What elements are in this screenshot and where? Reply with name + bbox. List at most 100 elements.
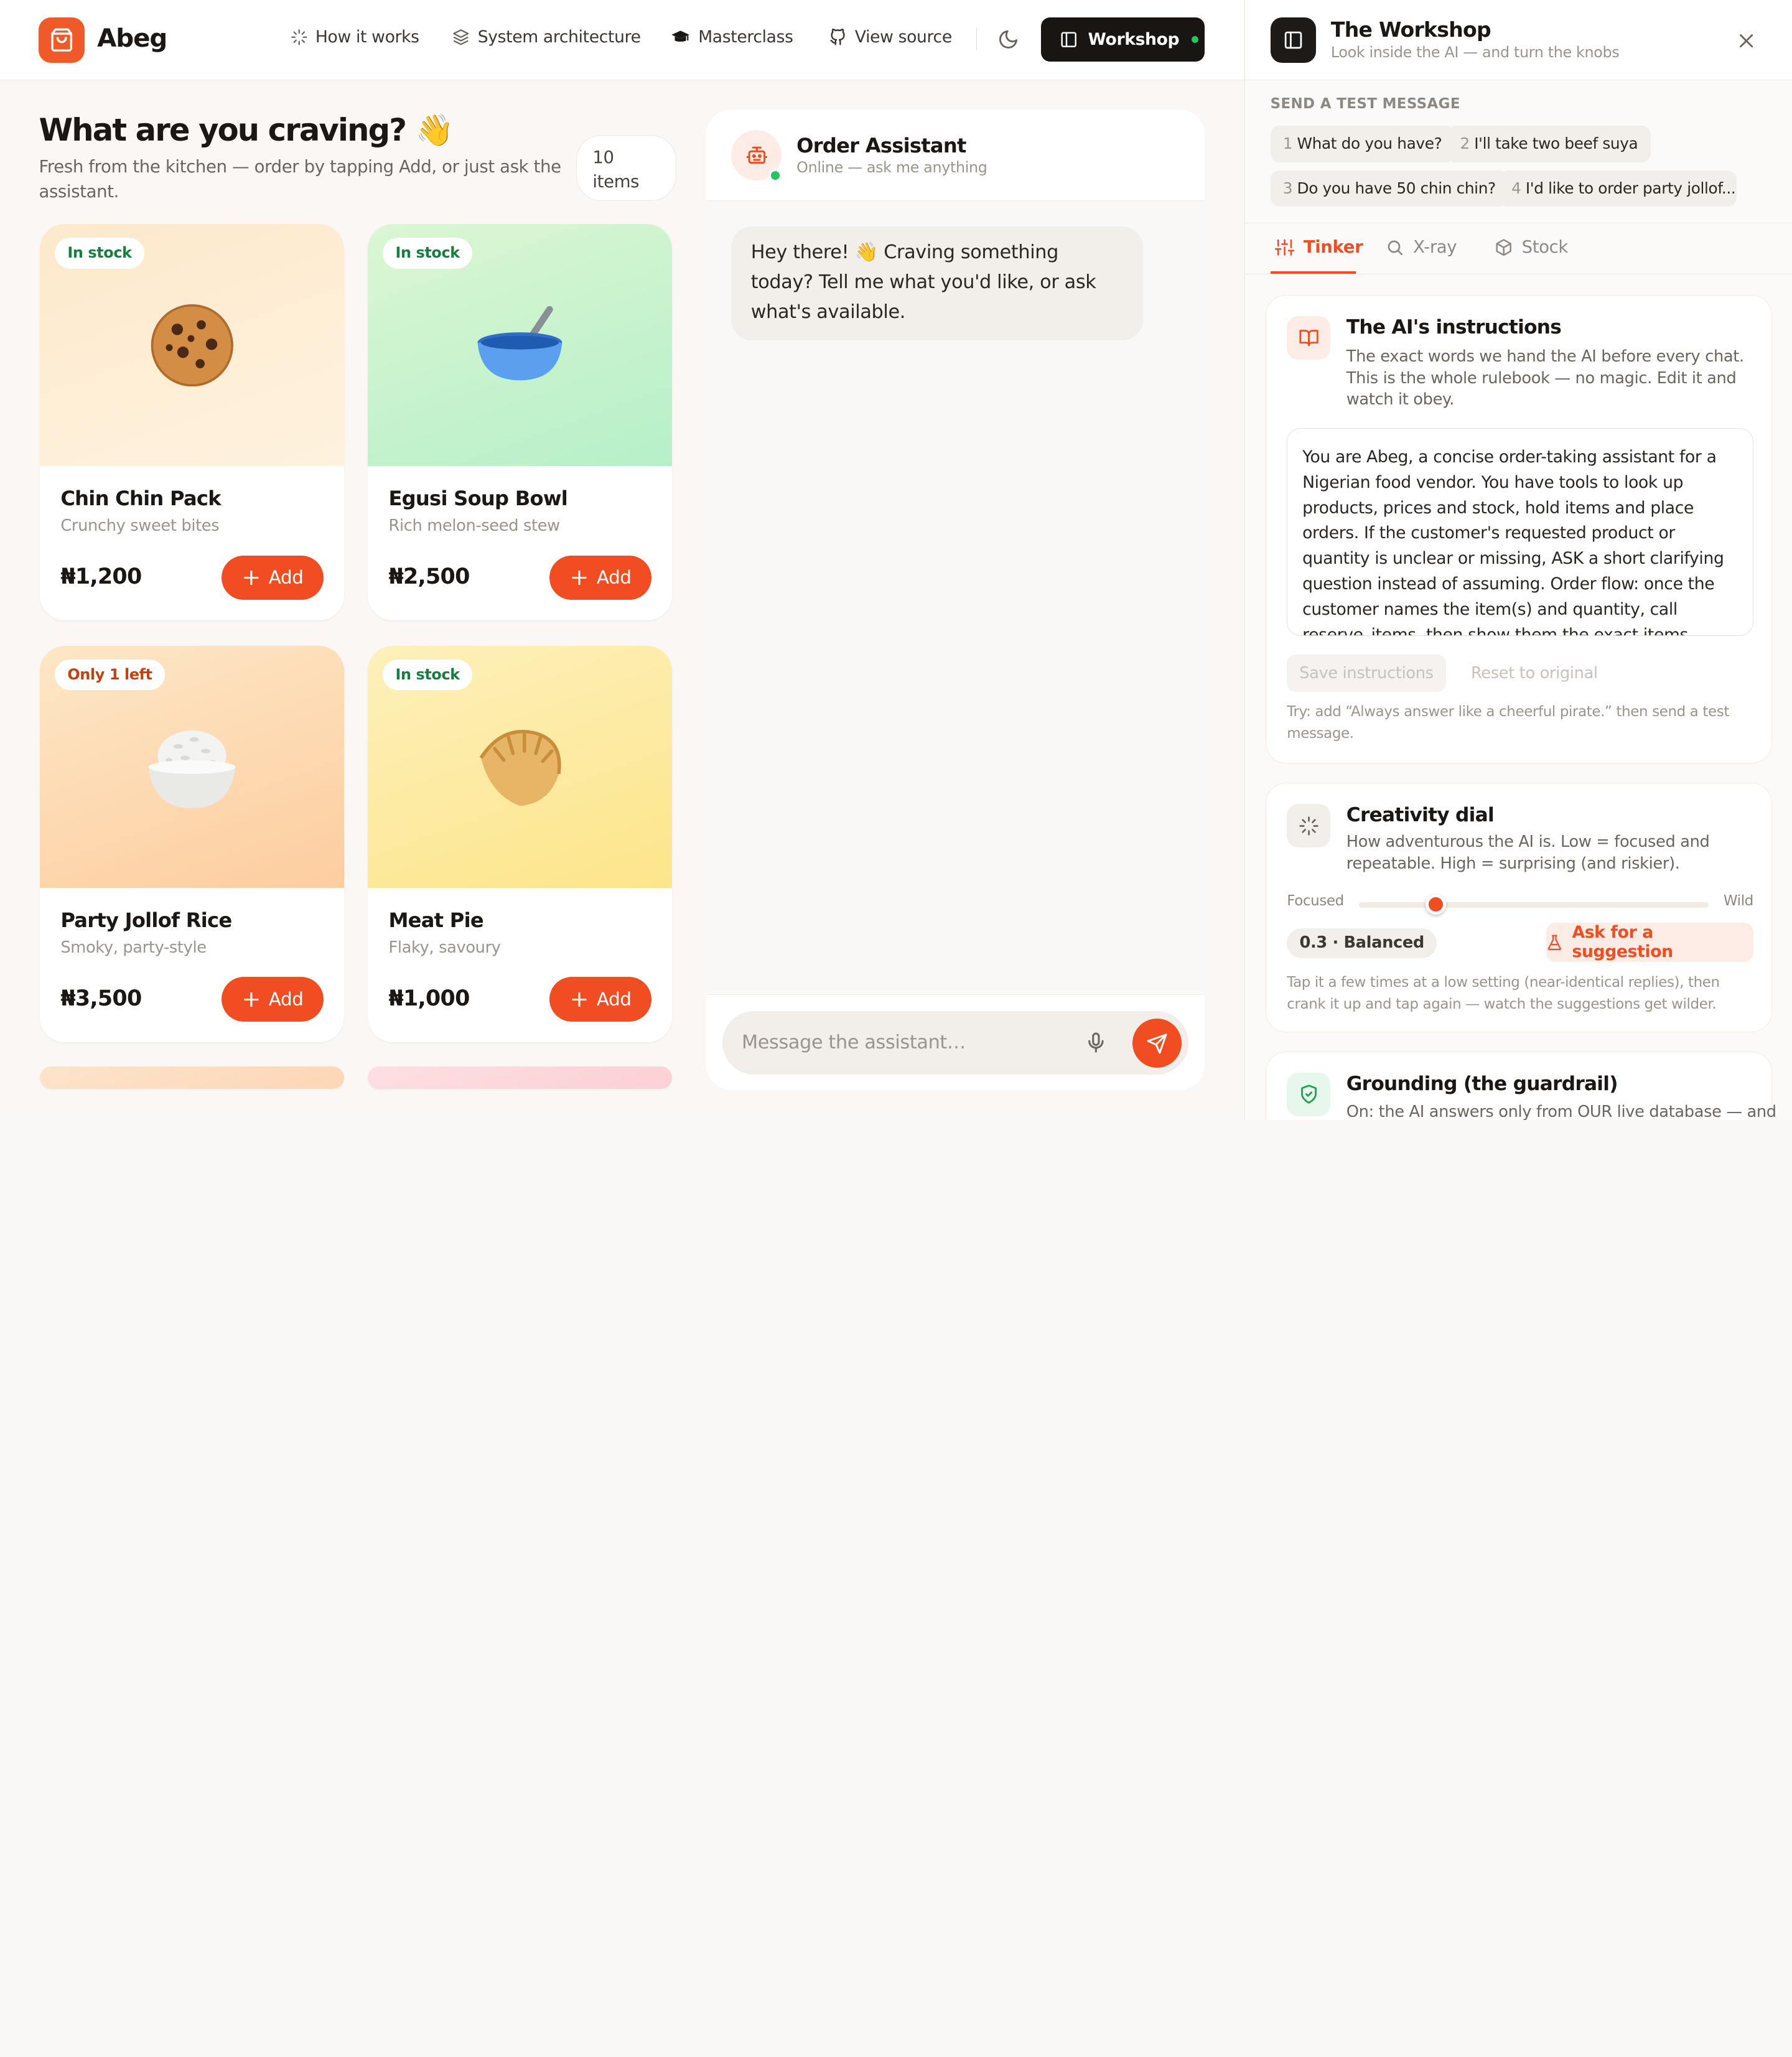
page-title: What are you craving? 👋 [39,111,454,148]
panel-icon-tile [1287,1072,1331,1116]
add-label: Add [268,989,304,1010]
tab-tinker[interactable]: Tinker [1274,237,1363,257]
dumpling-icon [479,729,561,806]
test-message-label: SEND A TEST MESSAGE [1270,96,1460,113]
instructions-hint: Try: add “Always answer like a cheerful … [1287,703,1729,742]
chip-number: 3 [1282,179,1293,197]
suggest-label: Ask for a suggestion [1572,923,1673,962]
creativity-description: How adventurous the AI is. Low = focused… [1346,833,1710,874]
temperature-value-badge: 0.3 · Balanced [1287,928,1437,959]
product-image: In stock [368,223,672,467]
workshop-panel: The Workshop Look inside the AI — and tu… [1244,0,1792,1120]
product-price: ₦1,000 [388,986,470,1012]
add-to-cart-button[interactable]: + Add [222,555,324,600]
order-assistant-chat: Order Assistant Online — ask me anything… [706,110,1205,1091]
product-description: Flaky, savoury [388,938,501,957]
chip-text: What do you have? [1297,134,1442,153]
test-message-chip[interactable]: 3 Do you have 50 chin chin? [1270,170,1509,207]
microphone-icon[interactable] [1085,1032,1108,1055]
divider [976,27,978,50]
instructions-title: The AI's instructions [1346,315,1562,338]
workshop-title: The Workshop [1330,17,1491,42]
product-price: ₦2,500 [388,564,470,590]
test-message-chip[interactable]: 4 I'd like to order party jollof... [1498,170,1737,207]
nav-how-it-works[interactable]: How it works [291,27,419,47]
tab-stock[interactable]: Stock [1495,237,1568,257]
message-input[interactable]: Message the assistant… [722,1010,1189,1075]
workshop-button-label: Workshop [1088,29,1180,49]
creativity-hint: Tap it a few times at a low setting (nea… [1287,974,1720,1013]
message-list: Hey there! 👋 Craving something today? Te… [706,201,1205,994]
test-message-chip[interactable]: 1 What do you have? [1270,126,1455,162]
product-name: Party Jollof Rice [60,908,232,933]
nav-view-source[interactable]: View source [829,27,952,47]
chip-number: 2 [1460,134,1470,153]
sidebar-panel-icon [1284,31,1302,49]
plus-icon: + [241,985,261,1012]
active-tab-indicator [1270,271,1356,274]
workshop-header: The Workshop Look inside the AI — and tu… [1245,0,1792,80]
assistant-message: Hey there! 👋 Craving something today? Te… [731,226,1143,341]
graduation-cap-icon [671,30,690,42]
instructions-panel: The AI's instructions The exact words we… [1266,294,1772,763]
top-bar: Abeg How it works System architecture Ma… [0,0,1245,80]
add-label: Add [596,567,632,589]
tab-label: X-ray [1413,237,1457,258]
add-to-cart-button[interactable]: + Add [549,555,651,600]
search-icon [1388,240,1403,255]
brand-name: Abeg [97,22,167,53]
book-open-icon [1299,330,1318,347]
sparkle-icon [291,29,307,45]
add-to-cart-button[interactable]: + Add [222,977,324,1022]
product-image: In stock [368,645,672,889]
nav-masterclass[interactable]: Masterclass [671,27,793,47]
storefront: Abeg How it works System architecture Ma… [0,0,1245,1120]
save-instructions-button[interactable]: Save instructions [1287,654,1446,693]
sparkle-icon [1299,816,1318,836]
nav-system-architecture[interactable]: System architecture [452,27,641,47]
ask-suggestion-button[interactable]: Ask for a suggestion [1546,923,1753,962]
item-count-badge: 10 items [576,134,677,202]
creativity-panel: Creativity dial How adventurous the AI i… [1266,783,1772,1032]
chat-composer: Message the assistant… [706,994,1205,1091]
workshop-button[interactable]: Workshop [1041,17,1205,62]
slider-min-label: Focused [1287,893,1344,910]
send-button[interactable] [1132,1019,1182,1068]
send-icon [1147,1033,1167,1053]
product-card: Only 1 left Party Jollof Rice Smoky, par… [40,645,344,1043]
product-description: Rich melon-seed stew [388,516,560,536]
add-to-cart-button[interactable]: + Add [549,977,651,1022]
test-message-chip[interactable]: 2 I'll take two beef suya [1447,126,1651,162]
temperature-slider-handle[interactable] [1425,894,1446,915]
add-label: Add [596,989,632,1010]
system-prompt-textarea[interactable]: You are Abeg, a concise order-taking ass… [1287,427,1753,637]
product-card: In stock Meat Pie Flaky, savoury ₦1,000 … [368,645,672,1043]
temperature-slider-track[interactable] [1358,902,1709,908]
product-name: Meat Pie [388,908,483,933]
tab-x-ray[interactable]: X-ray [1386,237,1457,257]
logo[interactable] [39,17,85,63]
nav-label: Masterclass [698,27,793,47]
panel-icon-tile [1287,315,1331,360]
chat-title: Order Assistant [796,133,966,157]
reset-instructions-button[interactable]: Reset to original [1471,655,1598,693]
sidebar-panel-icon [1061,32,1076,47]
product-card: In stock Egusi Soup Bowl Rich melon-seed… [368,223,672,621]
robot-icon [746,146,767,164]
plus-icon: + [569,564,589,591]
product-image: Only 1 left [40,645,344,889]
add-label: Add [268,567,304,589]
workshop-icon-tile [1270,17,1317,63]
page-subtitle: Fresh from the kitchen — order by tappin… [39,156,561,202]
stock-badge: In stock [383,659,472,691]
plus-icon: + [569,985,589,1012]
product-price: ₦1,200 [60,564,142,590]
product-name: Egusi Soup Bowl [388,487,568,511]
close-icon[interactable] [1737,31,1756,50]
shield-check-icon [1300,1084,1317,1104]
cookie-icon [151,304,233,386]
layers-icon [453,29,469,45]
stock-badge: In stock [383,238,472,269]
product-price: ₦3,500 [60,986,142,1012]
moon-icon[interactable] [997,29,1019,50]
